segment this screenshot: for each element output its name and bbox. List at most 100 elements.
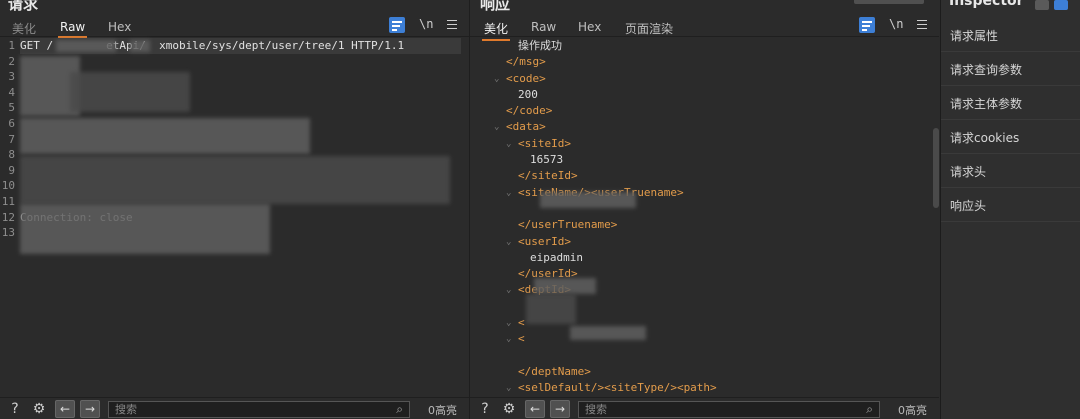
inspector-item[interactable]: 响应头 [950, 197, 986, 214]
pane-header-control[interactable] [854, 0, 924, 4]
highlight-count: 0高亮 [898, 404, 927, 417]
xml-token: < [518, 316, 525, 330]
response-pane: 响应 美化 Raw Hex 页面渲染 \n 操作成功 </msg> <code> ⌄ 2… [470, 0, 939, 419]
inspector-divider [941, 85, 1080, 86]
xml-token: </siteId> [518, 169, 578, 183]
redaction-blur [20, 204, 270, 254]
search-placeholder: 搜索 [585, 403, 607, 416]
xml-tag-line: <code> ⌄ [476, 71, 927, 87]
highlight-count: 0高亮 [428, 404, 457, 417]
fold-chevron-icon[interactable]: ⌄ [494, 119, 499, 135]
fold-chevron-icon[interactable]: ⌄ [494, 71, 499, 87]
request-tab-pretty[interactable]: 美化 [12, 20, 36, 37]
response-tab-render[interactable]: 页面渲染 [625, 20, 673, 37]
xml-tag-line: </deptName> [476, 364, 927, 380]
layout-toggle-active-icon[interactable] [1054, 0, 1068, 10]
search-placeholder: 搜索 [115, 403, 137, 416]
xml-text-line: eipadmin [476, 250, 927, 266]
fold-chevron-icon[interactable]: ⌄ [506, 185, 511, 201]
request-line-numbers: 1 2 3 4 5 6 7 8 9 10 11 12 13 [0, 38, 18, 241]
inspector-item[interactable]: 请求cookies [950, 129, 1019, 146]
request-title: 请求 [8, 0, 39, 13]
xml-text-line: 16573 [476, 152, 927, 168]
show-newlines-button[interactable]: \n [889, 17, 903, 31]
request-search-input[interactable]: 搜索 ⌕ [108, 401, 410, 418]
xml-token: </code> [506, 104, 553, 118]
xml-tag-line: </siteId> [476, 168, 927, 184]
xml-tag-line: </msg> [476, 54, 927, 70]
line-number: 7 [8, 132, 15, 146]
response-tab-raw[interactable]: Raw [531, 20, 556, 34]
line-number: 10 [1, 179, 15, 193]
xml-tag-line: </code> [476, 103, 927, 119]
show-newlines-button[interactable]: \n [419, 17, 433, 31]
line-number: 11 [1, 194, 15, 208]
xml-token: </deptName> [518, 364, 591, 378]
response-tab-pretty[interactable]: 美化 [482, 20, 511, 41]
previous-match-button[interactable]: ← [55, 400, 75, 418]
xml-text-line: 200 [476, 87, 927, 103]
redaction-blur [20, 156, 450, 204]
response-search-input[interactable]: 搜索 ⌕ [578, 401, 880, 418]
request-tab-raw[interactable]: Raw [58, 20, 88, 38]
inspector-item[interactable]: 请求属性 [950, 27, 998, 44]
xml-token: <selDefault/><siteType/><path> [518, 381, 717, 395]
line-number: 3 [8, 70, 15, 84]
response-code: 操作成功 </msg> <code> ⌄ 200 </code> <data> ⌄ <siteI… [476, 38, 927, 419]
fold-chevron-icon[interactable]: ⌄ [506, 234, 511, 250]
request-toolbar: \n [389, 17, 459, 35]
redaction-blur [20, 118, 310, 154]
fold-chevron-icon[interactable]: ⌄ [506, 136, 511, 152]
response-tab-hex[interactable]: Hex [578, 20, 601, 34]
response-toolbar: \n [859, 17, 929, 35]
inspector-item[interactable]: 请求头 [950, 163, 986, 180]
inspector-item[interactable]: 请求主体参数 [950, 95, 1022, 112]
response-footer: ? ⚙ ← → 搜索 ⌕ 0高亮 [470, 397, 939, 419]
xml-token: 操作成功 [518, 39, 562, 52]
line-number: 12 [1, 210, 15, 224]
inspector-divider [941, 119, 1080, 120]
response-editor[interactable]: 操作成功 </msg> <code> ⌄ 200 </code> <data> ⌄ <siteI… [470, 38, 939, 419]
xml-tag-line: <data> ⌄ [476, 119, 927, 135]
request-tab-raw-label: Raw [60, 20, 86, 34]
menu-icon[interactable] [447, 20, 457, 32]
xml-token: 16573 [530, 153, 564, 167]
search-icon: ⌕ [396, 402, 403, 416]
response-scrollbar[interactable] [933, 128, 939, 208]
inspector-divider [941, 51, 1080, 52]
fold-chevron-icon[interactable]: ⌄ [506, 282, 511, 298]
request-pane: 请求 美化 Raw Hex \n 1 2 3 4 5 6 7 8 9 10 11 12 13 GET /… [0, 0, 469, 419]
redaction-blur [70, 72, 190, 112]
request-editor[interactable]: 1 2 3 4 5 6 7 8 9 10 11 12 13 GET / etApi/ xmobile/s… [0, 38, 469, 399]
app-window: 请求 美化 Raw Hex \n 1 2 3 4 5 6 7 8 9 10 11 12 13 GET /… [0, 0, 1080, 419]
line-number: 8 [8, 148, 15, 162]
request-footer: ? ⚙ ← → 搜索 ⌕ 0高亮 [0, 397, 469, 419]
next-match-button[interactable]: → [80, 400, 100, 418]
fold-chevron-icon[interactable]: ⌄ [506, 315, 511, 331]
line-number: 13 [1, 226, 15, 240]
inspector-divider [941, 187, 1080, 188]
inspector-item[interactable]: 请求查询参数 [950, 61, 1022, 78]
response-title: 响应 [480, 0, 511, 13]
wrap-lines-icon[interactable] [859, 17, 875, 33]
fold-chevron-icon[interactable]: ⌄ [506, 380, 511, 396]
xml-token: <code> [506, 71, 546, 85]
xml-token: <userId> [518, 234, 571, 248]
line-number: 6 [8, 116, 15, 130]
inspector-pane: Inspector 请求属性 请求查询参数 请求主体参数 请求cookies 请求头 响应… [940, 0, 1080, 419]
settings-gear-icon[interactable]: ⚙ [499, 400, 519, 418]
request-tab-hex[interactable]: Hex [108, 20, 131, 34]
wrap-lines-icon[interactable] [389, 17, 405, 33]
fold-chevron-icon[interactable]: ⌄ [506, 331, 511, 347]
previous-match-button[interactable]: ← [525, 400, 545, 418]
next-match-button[interactable]: → [550, 400, 570, 418]
xml-tag-line: </userTruename> [476, 217, 927, 233]
help-icon[interactable]: ? [5, 400, 25, 418]
xml-tag-line: <siteId> ⌄ [476, 136, 927, 152]
help-icon[interactable]: ? [475, 400, 495, 418]
xml-token: </msg> [506, 55, 546, 69]
layout-toggle-icon[interactable] [1035, 0, 1049, 10]
settings-gear-icon[interactable]: ⚙ [29, 400, 49, 418]
menu-icon[interactable] [917, 20, 927, 32]
xml-token: <siteId> [518, 136, 571, 150]
